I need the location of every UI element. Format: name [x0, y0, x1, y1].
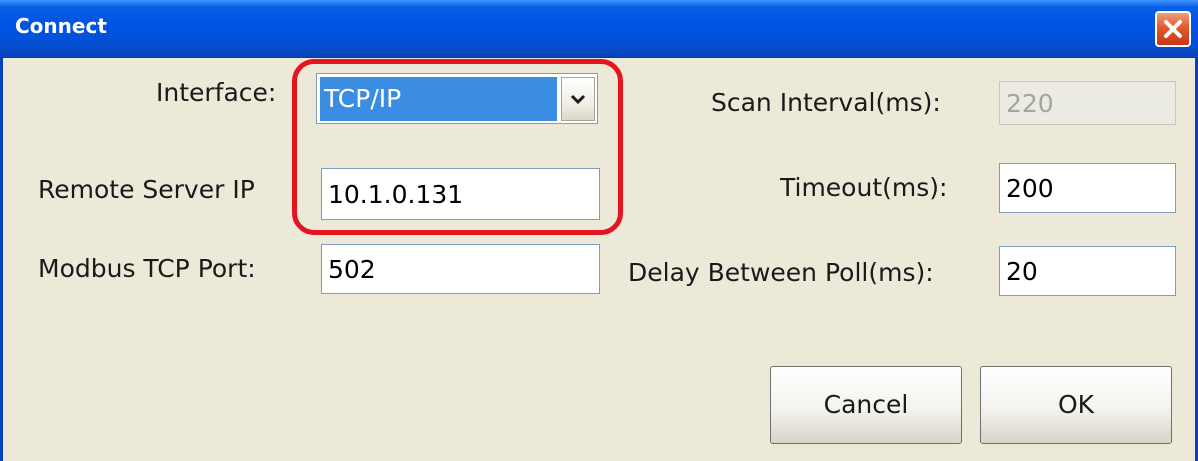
close-button[interactable] — [1155, 11, 1191, 47]
close-x-icon — [1164, 20, 1182, 38]
chevron-down-icon — [570, 94, 586, 105]
remote-server-ip-input[interactable]: 10.1.0.131 — [321, 168, 600, 220]
scan-interval-input: 220 — [999, 81, 1176, 125]
connect-dialog: Connect Interface: TCP/IP Remote Server … — [0, 0, 1198, 461]
interface-label: Interface: — [156, 78, 277, 107]
delay-between-poll-label: Delay Between Poll(ms): — [628, 258, 934, 287]
interface-selected-value: TCP/IP — [320, 77, 557, 121]
ok-button[interactable]: OK — [980, 366, 1172, 444]
delay-between-poll-input[interactable]: 20 — [999, 246, 1176, 296]
interface-select[interactable]: TCP/IP — [316, 73, 598, 124]
title-bar[interactable]: Connect — [0, 0, 1198, 58]
scan-interval-label: Scan Interval(ms): — [711, 88, 941, 117]
window-title: Connect — [15, 14, 107, 38]
cancel-button[interactable]: Cancel — [770, 366, 962, 444]
remote-server-ip-label: Remote Server IP — [38, 175, 255, 204]
interface-dropdown-button[interactable] — [561, 77, 595, 121]
timeout-input[interactable]: 200 — [999, 163, 1176, 213]
timeout-label: Timeout(ms): — [780, 173, 948, 202]
modbus-tcp-port-label: Modbus TCP Port: — [38, 254, 256, 283]
modbus-tcp-port-input[interactable]: 502 — [321, 244, 600, 294]
